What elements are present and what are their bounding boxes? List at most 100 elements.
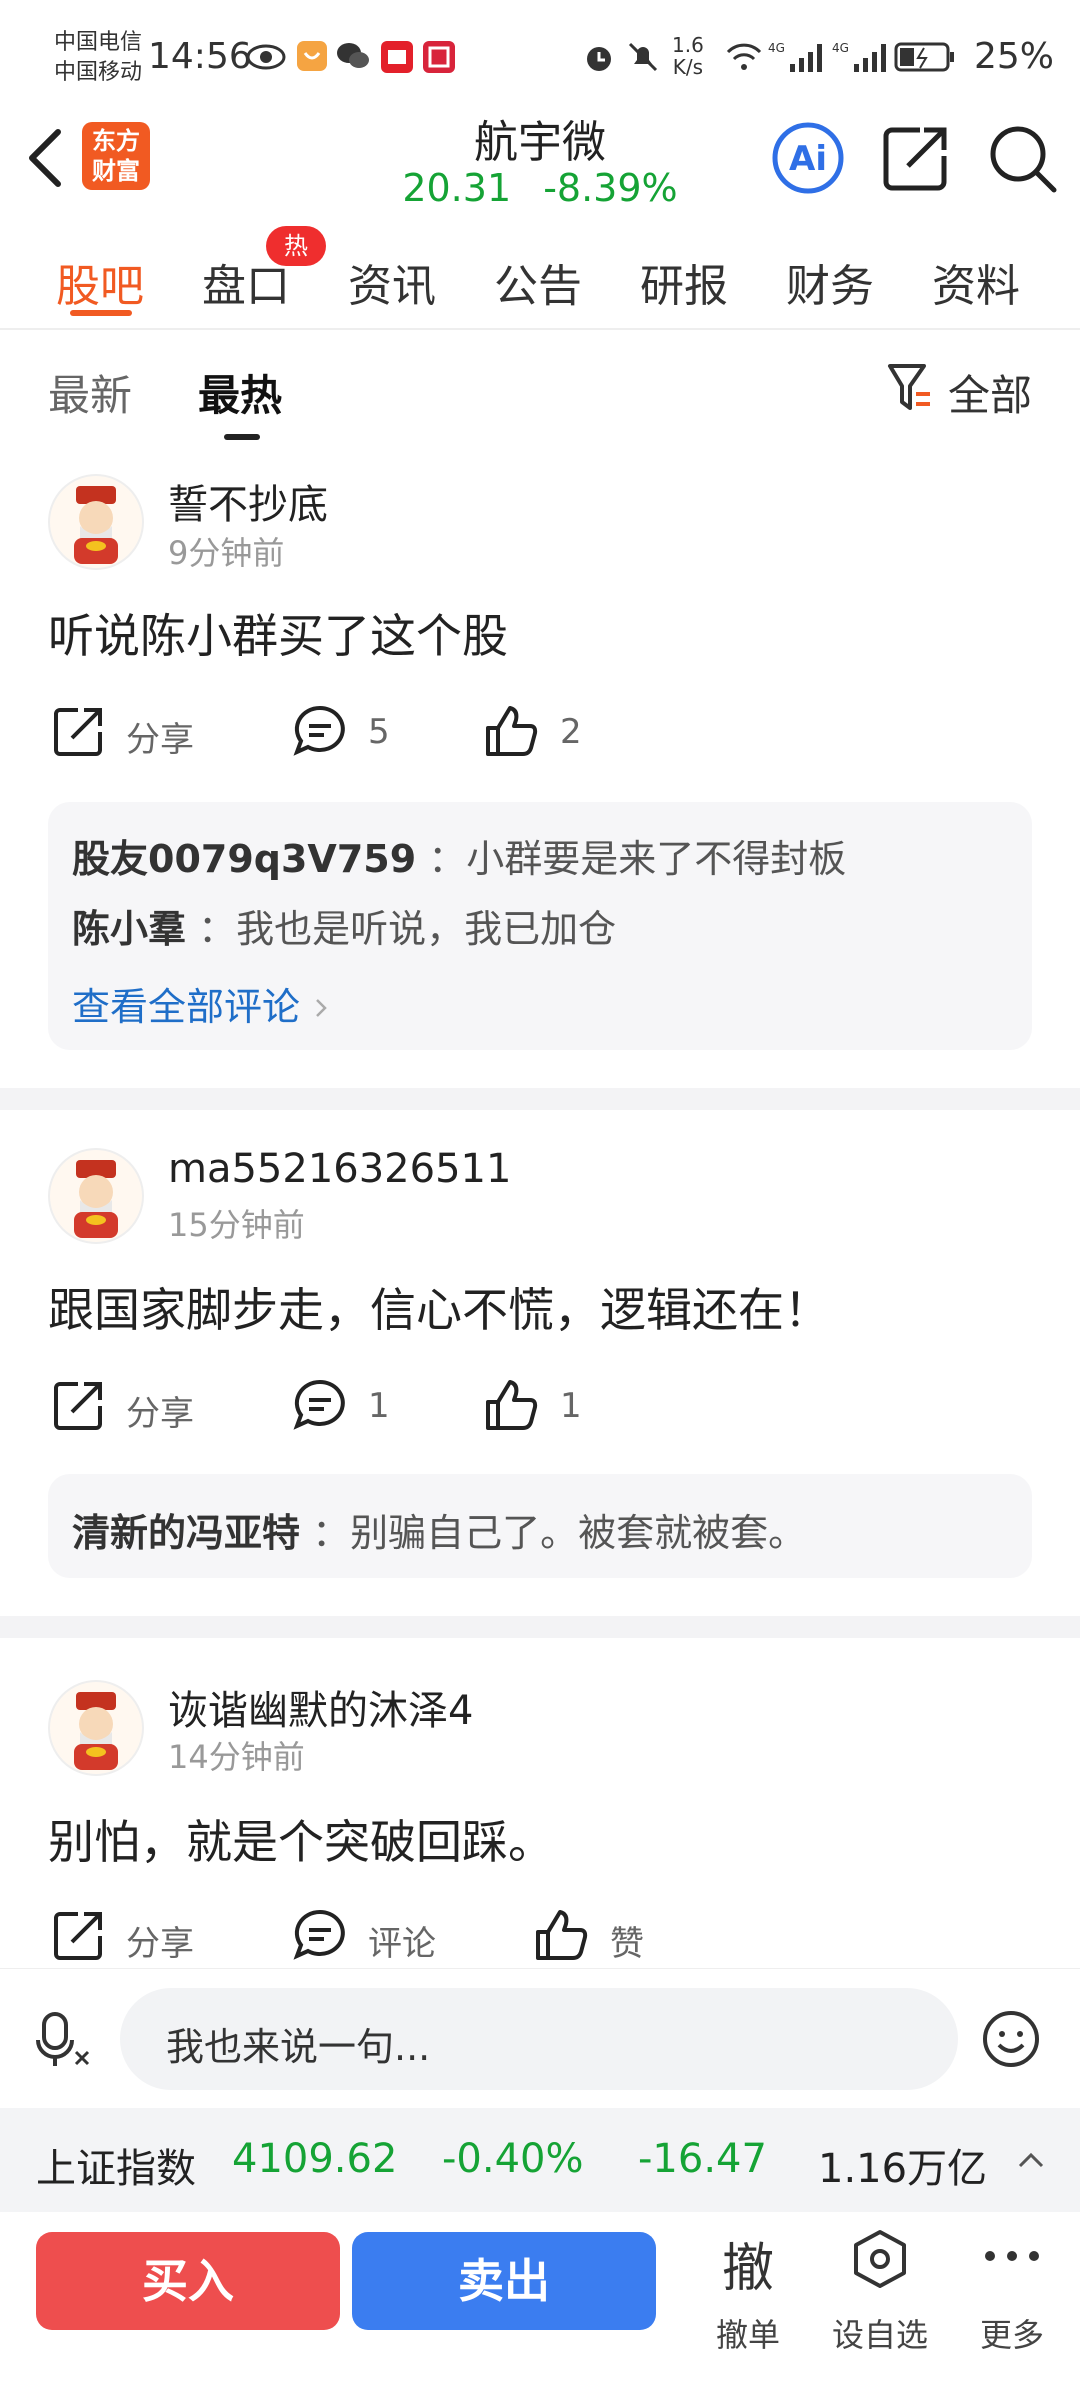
app-notif-icon [297,41,327,71]
reply-user[interactable]: 股友0079q3V759 [72,837,416,881]
caishen-avatar-icon [74,486,118,564]
index-volume: 1.16万亿 [818,2146,988,2192]
signal-2-icon: 4G [832,41,886,72]
reply: 清新的冯亚特 ：别骗自己了。被套就被套。 [72,1502,806,1557]
avatar[interactable] [48,474,144,570]
share-icon[interactable] [878,120,954,196]
share-label[interactable]: 分享 [126,712,194,761]
post-text[interactable]: 跟国家脚步走，信心不慌，逻辑还在！ [48,1274,830,1340]
comment-input[interactable]: 我也来说一句... [120,1988,958,2090]
reply: 陈小羣 ：我也是听说，我已加仓 [72,898,616,953]
index-value: 4109.62 [232,2136,398,2182]
shopping-app-icon [381,41,413,73]
post-username[interactable]: 誓不抄底 [168,472,328,530]
chevron-up-icon[interactable] [1016,2148,1046,2172]
tab-finance[interactable]: 财务 [786,250,874,314]
post-separator [0,1616,1080,1638]
subtab-hottest[interactable]: 最热 [198,362,282,423]
tab-news[interactable]: 资讯 [348,250,436,314]
post-text[interactable]: 别怕，就是个突破回踩。 [48,1806,554,1872]
alarm-icon [587,47,611,71]
share-icon[interactable] [50,702,106,762]
share-icon[interactable] [50,1906,106,1966]
wechat-icon [337,43,369,68]
subtab-indicator [224,434,260,440]
sell-button[interactable]: 卖出 [352,2232,656,2330]
reply-user[interactable]: 清新的冯亚特 [72,1511,300,1555]
filter-label[interactable]: 全部 [948,362,1032,423]
ai-button[interactable]: Ai [770,120,846,196]
wifi-icon [726,43,762,70]
index-pct: -0.40% [442,2136,584,2182]
tab-profile[interactable]: 资料 [932,250,1020,314]
share-label[interactable]: 分享 [126,1386,194,1435]
status-bar: 中国电信 中国移动 14:56 1.6 K/s 4G 4G 25% [0,0,1080,112]
post-time: 9分钟前 [168,534,285,572]
chevron-right-icon [316,999,327,1017]
add-watchlist-label: 设自选 [831,2316,928,2354]
status-time: 14:56 [148,36,252,77]
tab-active-indicator [70,310,132,316]
svg-text:Ai: Ai [789,139,827,179]
comment-input-placeholder: 我也来说一句... [166,2025,431,2069]
comment-count[interactable]: 5 [368,712,390,752]
comment-icon[interactable] [292,1376,348,1436]
reply-text: ：我也是听说，我已加仓 [198,907,617,951]
caishen-avatar-icon [74,1692,118,1770]
bill-app-icon [423,41,455,73]
subtab-latest[interactable]: 最新 [48,362,132,423]
like-count[interactable]: 2 [560,712,582,752]
post-text[interactable]: 听说陈小群买了这个股 [48,600,508,666]
tab-guba[interactable]: 股吧 [56,250,144,314]
carrier-1: 中国电信 [54,30,143,55]
comment-preview[interactable]: 股友0079q3V759 ：小群要是来了不得封板 陈小羣 ：我也是听说，我已加仓… [48,802,1032,1050]
buy-button[interactable]: 买入 [36,2232,340,2330]
reply-user[interactable]: 陈小羣 [72,907,186,951]
svg-text:4G: 4G [768,41,785,55]
tab-announcements[interactable]: 公告 [494,250,582,314]
more-dots-icon [985,2251,1039,2261]
tab-research[interactable]: 研报 [640,250,728,314]
filter-icon[interactable] [886,358,936,418]
comment-icon[interactable] [292,1906,348,1966]
signal-1-icon: 4G [768,41,822,72]
like-count[interactable]: 1 [560,1386,582,1426]
comment-icon[interactable] [292,702,348,762]
battery-icon [894,42,954,72]
carrier-2: 中国移动 [54,60,143,85]
like-icon[interactable] [484,702,540,762]
voice-input-icon[interactable] [36,2010,92,2070]
comment-preview[interactable]: 清新的冯亚特 ：别骗自己了。被套就被套。 [48,1474,1032,1578]
share-label[interactable]: 分享 [126,1916,194,1965]
reply-text: ：别骗自己了。被套就被套。 [312,1511,807,1555]
eye-icon [246,44,286,70]
ai-icon: Ai [772,122,844,194]
like-icon[interactable] [534,1906,590,1966]
post-separator [0,1088,1080,1110]
reply: 股友0079q3V759 ：小群要是来了不得封板 [72,828,846,883]
emoji-icon[interactable] [982,2010,1040,2068]
svg-text:4G: 4G [832,41,849,55]
hexagon-settings-icon [854,2230,906,2288]
view-all-comments-link[interactable]: 查看全部评论 [72,976,330,1031]
stock-change-pct: -8.39% [543,166,678,210]
more-label: 更多 [979,2316,1044,2354]
share-icon[interactable] [50,1376,106,1436]
comment-label[interactable]: 评论 [368,1916,436,1965]
caishen-avatar-icon [74,1160,118,1238]
avatar[interactable] [48,1148,144,1244]
like-icon[interactable] [484,1376,540,1436]
net-speed: 1.6 K/s [672,33,704,79]
post-username[interactable]: ma55216326511 [168,1146,511,1192]
cancel-order-icon: 撤 [721,2239,774,2299]
avatar[interactable] [48,1680,144,1776]
search-icon[interactable] [984,120,1060,196]
mute-icon [628,42,658,72]
comment-count[interactable]: 1 [368,1386,390,1426]
index-change: -16.47 [638,2136,767,2182]
like-label[interactable]: 赞 [610,1916,644,1965]
cancel-order-label: 撤单 [715,2316,780,2354]
post-time: 15分钟前 [168,1206,305,1244]
battery-percent: 25% [973,36,1054,77]
post-username[interactable]: 诙谐幽默的沐泽4 [168,1678,473,1736]
